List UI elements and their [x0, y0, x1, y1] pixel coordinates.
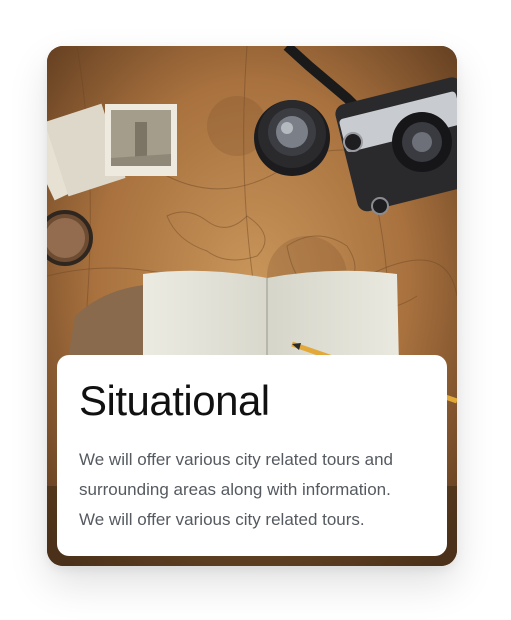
- card-caption: Situational We will offer various city r…: [57, 355, 447, 556]
- card-title: Situational: [79, 377, 270, 424]
- card-description: We will offer various city related tours…: [79, 450, 394, 529]
- tour-card[interactable]: Situational We will offer various city r…: [47, 46, 457, 566]
